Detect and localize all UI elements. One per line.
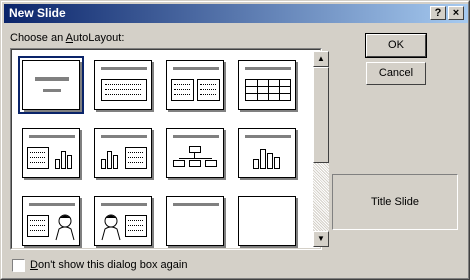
clip-art-icon: [55, 214, 75, 241]
checkbox-mnemonic: D: [30, 259, 38, 271]
text-box: [125, 215, 147, 237]
layout-chart[interactable]: [238, 128, 296, 178]
layout-title-slide[interactable]: [18, 56, 84, 114]
dont-show-checkbox[interactable]: [12, 259, 25, 272]
cancel-button[interactable]: Cancel: [366, 62, 426, 85]
scroll-up-button[interactable]: ▲: [313, 51, 329, 67]
dont-show-label[interactable]: Don't show this dialog box again: [30, 259, 187, 271]
layout-chart-and-text[interactable]: [94, 128, 152, 178]
title-line: [101, 203, 147, 206]
layout-preview-box: Title Slide: [332, 174, 458, 230]
text-box: [27, 215, 49, 237]
title-bar[interactable]: New Slide ? ×: [4, 4, 468, 23]
text-line: [30, 220, 45, 221]
layout-bulleted-list[interactable]: [94, 60, 152, 110]
text-box: [125, 147, 147, 169]
text-box: [27, 147, 49, 169]
chart-bar: [113, 155, 118, 169]
text-line: [128, 220, 143, 221]
text-line: [128, 152, 143, 153]
title-line: [245, 135, 291, 138]
text-line: [174, 94, 190, 95]
text-line: [200, 89, 216, 90]
text-line: [200, 94, 216, 95]
layout-title-only[interactable]: [166, 196, 224, 246]
choose-layout-label: Choose an AutoLayout:: [10, 32, 124, 44]
chart-bar: [61, 151, 66, 169]
autolayout-list[interactable]: ▲ ▼: [10, 48, 329, 250]
scroll-down-button[interactable]: ▼: [313, 231, 329, 247]
subtitle-line: [43, 89, 61, 92]
text-line: [128, 157, 143, 158]
new-slide-dialog: New Slide ? × Choose an AutoLayout: ▲ ▼ …: [0, 0, 470, 280]
layout-clip-art-and-text[interactable]: [94, 196, 152, 246]
label-mnemonic: A: [65, 32, 73, 44]
title-line: [173, 135, 219, 138]
clip-art-icon: [101, 214, 121, 241]
text-line: [30, 152, 45, 153]
text-line: [30, 162, 45, 163]
chart-bar: [260, 149, 266, 169]
dialog-frame: New Slide ? × Choose an AutoLayout: ▲ ▼ …: [1, 1, 469, 279]
scroll-thumb[interactable]: [313, 67, 329, 163]
close-button[interactable]: ×: [448, 6, 464, 20]
text-box: [101, 79, 147, 101]
chart-bar: [55, 159, 60, 169]
title-line: [173, 203, 219, 206]
text-line: [174, 84, 190, 85]
text-line: [30, 157, 45, 158]
text-line: [200, 84, 216, 85]
title-line: [29, 135, 75, 138]
text-line: [30, 230, 45, 231]
text-line: [30, 225, 45, 226]
layout-two-column-text[interactable]: [166, 60, 224, 110]
dialog-title: New Slide: [9, 6, 66, 20]
chart-bar: [107, 151, 112, 169]
text-line: [174, 89, 190, 90]
chart-bar: [267, 153, 273, 169]
vertical-scrollbar[interactable]: ▲ ▼: [313, 51, 329, 247]
text-box-right: [197, 79, 220, 101]
ok-button[interactable]: OK: [365, 33, 427, 58]
text-box-left: [171, 79, 194, 101]
layout-table[interactable]: [238, 60, 296, 110]
text-line: [128, 225, 143, 226]
org-node: [173, 160, 185, 167]
text-line: [128, 162, 143, 163]
org-node-top: [189, 146, 201, 153]
layout-preview-name: Title Slide: [371, 196, 419, 208]
chart-bar: [253, 159, 259, 169]
checkbox-label-text: on't show this dialog box again: [37, 259, 188, 271]
chart-bar: [67, 155, 72, 169]
title-line: [173, 67, 219, 70]
help-button[interactable]: ?: [430, 6, 446, 20]
text-line: [128, 230, 143, 231]
label-suffix: utoLayout:: [73, 32, 125, 44]
text-line: [105, 89, 141, 90]
title-line: [29, 203, 75, 206]
org-connector: [179, 158, 212, 159]
label-prefix: Choose an: [10, 32, 66, 44]
org-node: [189, 160, 201, 167]
org-node: [205, 160, 217, 167]
table-grid: [245, 79, 291, 101]
layout-text-and-chart[interactable]: [22, 128, 80, 178]
title-line: [101, 135, 147, 138]
layout-text-and-clip-art[interactable]: [22, 196, 80, 246]
chart-bar: [101, 159, 106, 169]
chart-bar: [274, 157, 280, 169]
title-line: [35, 77, 69, 81]
title-line: [245, 67, 291, 70]
layout-organization-chart[interactable]: [166, 128, 224, 178]
text-line: [105, 84, 141, 85]
layout-blank[interactable]: [238, 196, 296, 246]
text-line: [105, 94, 141, 95]
autolayout-grid: [11, 49, 321, 249]
title-line: [101, 67, 147, 70]
